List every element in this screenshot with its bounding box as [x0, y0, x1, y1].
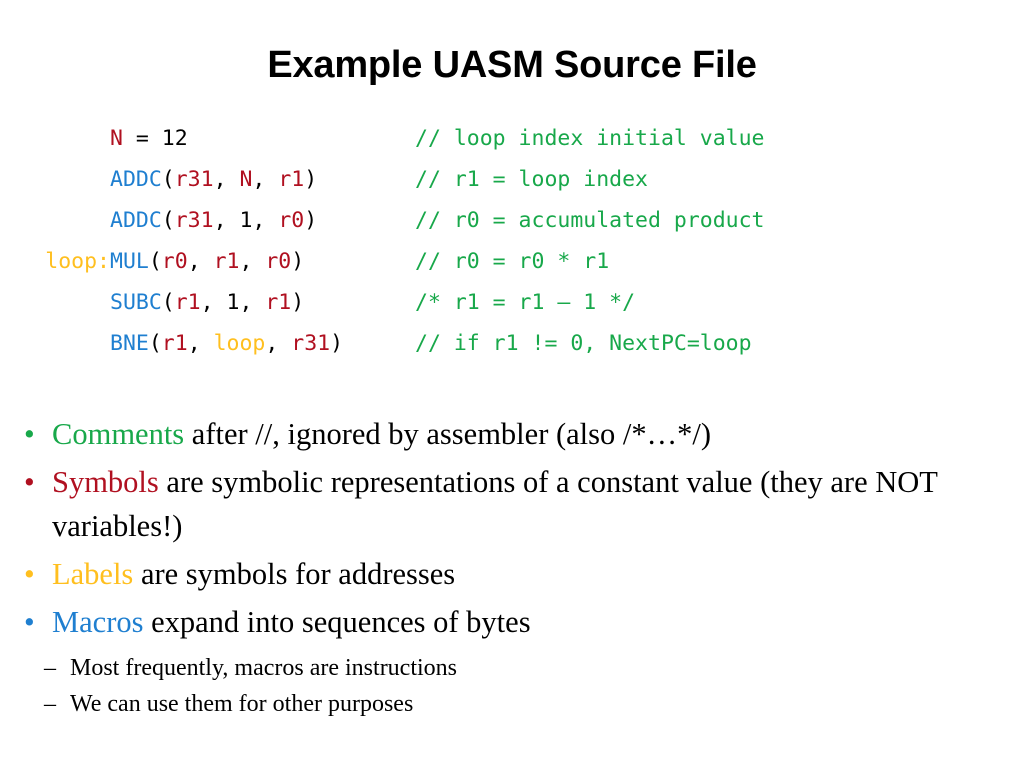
code-token-plain: =	[122, 126, 162, 151]
code-token-plain: )	[291, 290, 305, 315]
bullet-marker-icon: •	[24, 417, 35, 451]
code-token-macro: MUL	[110, 249, 149, 274]
code-token-plain: )	[304, 167, 318, 192]
code-token-plain: 12	[161, 126, 188, 151]
bullet-marker-icon: •	[24, 557, 35, 591]
code-token-plain: ,	[200, 290, 227, 315]
code-comment: // r1 = loop index	[415, 167, 648, 192]
code-token-sym: r31	[174, 167, 214, 192]
code-token-plain: ,	[213, 208, 240, 233]
code-token-plain: 1	[239, 208, 253, 233]
code-token-sym: r1	[265, 290, 292, 315]
code-statement: ADDC(r31, N, r1)	[110, 159, 415, 200]
bullet-item: • Symbols are symbolic representations of…	[8, 460, 1016, 548]
code-token-plain: 1	[226, 290, 240, 315]
code-statement: SUBC(r1, 1, r1)	[110, 282, 415, 323]
bullet-keyword: Comments	[52, 417, 185, 451]
code-comment: // loop index initial value	[415, 126, 765, 151]
code-token-sym: r0	[265, 249, 292, 274]
code-token-plain: ,	[187, 331, 214, 356]
bullet-text: expand into sequences of bytes	[143, 605, 531, 639]
code-token-plain: (	[148, 249, 162, 274]
code-token-sym: r1	[161, 331, 188, 356]
bullet-text: are symbolic representations of a consta…	[52, 465, 938, 543]
sub-bullet-marker-icon: –	[44, 655, 56, 681]
code-token-sym: r0	[278, 208, 305, 233]
page-title: Example UASM Source File	[267, 44, 757, 86]
code-line: ADDC(r31, 1, r0)// r0 = accumulated prod…	[0, 200, 1024, 241]
bullet-marker-icon: •	[24, 605, 35, 639]
code-statement: ADDC(r31, 1, r0)	[110, 200, 415, 241]
bullet-list: • Comments after //, ignored by assembler…	[8, 412, 1016, 722]
code-token-sym: N	[110, 126, 123, 151]
code-token-plain: (	[148, 331, 162, 356]
code-token-sym: r1	[213, 249, 240, 274]
code-token-plain: ,	[252, 208, 279, 233]
bullet-item: • Labels are symbols for addresses	[8, 552, 1016, 596]
code-label: loop:	[45, 249, 110, 274]
code-token-plain: (	[161, 167, 175, 192]
code-token-plain: )	[330, 331, 344, 356]
code-statement: N = 12	[110, 118, 415, 159]
code-token-macro: ADDC	[110, 167, 162, 192]
code-token-macro: ADDC	[110, 208, 162, 233]
sub-bullet-text: We can use them for other purposes	[70, 691, 414, 717]
sub-bullet-list: – Most frequently, macros are instruction…	[8, 650, 1016, 722]
sub-bullet-marker-icon: –	[44, 691, 56, 717]
code-token-sym: r0	[161, 249, 188, 274]
code-comment: // if r1 != 0, NextPC=loop	[415, 331, 752, 356]
bullet-marker-icon: •	[24, 465, 35, 499]
code-token-plain: ,	[239, 290, 266, 315]
code-token-sym: r1	[174, 290, 201, 315]
code-token-plain: ,	[213, 167, 240, 192]
code-statement: MUL(r0, r1, r0)	[110, 241, 415, 282]
code-line: N = 12// loop index initial value	[0, 118, 1024, 159]
code-token-sym: r1	[278, 167, 305, 192]
code-listing: N = 12// loop index initial value ADDC(r3…	[0, 118, 1024, 364]
code-token-sym: r31	[174, 208, 214, 233]
code-line: BNE(r1, loop, r31)// if r1 != 0, NextPC=…	[0, 323, 1024, 364]
code-line: loop:MUL(r0, r1, r0)// r0 = r0 * r1	[0, 241, 1024, 282]
code-line: SUBC(r1, 1, r1)/* r1 = r1 – 1 */	[0, 282, 1024, 323]
code-comment: // r0 = r0 * r1	[415, 249, 610, 274]
bullet-keyword: Symbols	[52, 465, 159, 499]
bullet-keyword: Macros	[52, 605, 144, 639]
code-token-plain: ,	[187, 249, 214, 274]
code-token-sym: r31	[291, 331, 331, 356]
code-token-label: loop	[213, 331, 266, 356]
bullet-item: • Macros expand into sequences of bytes	[8, 600, 1016, 644]
sub-bullet-item: – We can use them for other purposes	[28, 686, 1016, 722]
code-token-macro: BNE	[110, 331, 149, 356]
code-token-plain: )	[304, 208, 318, 233]
sub-bullet-text: Most frequently, macros are instructions	[70, 655, 458, 681]
code-token-sym: N	[239, 167, 253, 192]
sub-bullet-item: – Most frequently, macros are instruction…	[28, 650, 1016, 686]
bullet-text: are symbols for addresses	[133, 557, 456, 591]
code-line: ADDC(r31, N, r1)// r1 = loop index	[0, 159, 1024, 200]
code-comment: /* r1 = r1 – 1 */	[415, 290, 636, 315]
bullet-text: after //, ignored by assembler (also /*……	[184, 417, 711, 451]
bullet-item: • Comments after //, ignored by assembler…	[8, 412, 1016, 456]
code-token-plain: (	[161, 290, 175, 315]
code-token-macro: SUBC	[110, 290, 162, 315]
code-token-plain: )	[291, 249, 305, 274]
code-token-plain: ,	[252, 167, 279, 192]
code-token-plain: ,	[239, 249, 266, 274]
code-statement: BNE(r1, loop, r31)	[110, 323, 415, 364]
code-token-plain: ,	[265, 331, 292, 356]
code-comment: // r0 = accumulated product	[415, 208, 765, 233]
bullet-keyword: Labels	[52, 557, 134, 591]
code-token-plain: (	[161, 208, 175, 233]
